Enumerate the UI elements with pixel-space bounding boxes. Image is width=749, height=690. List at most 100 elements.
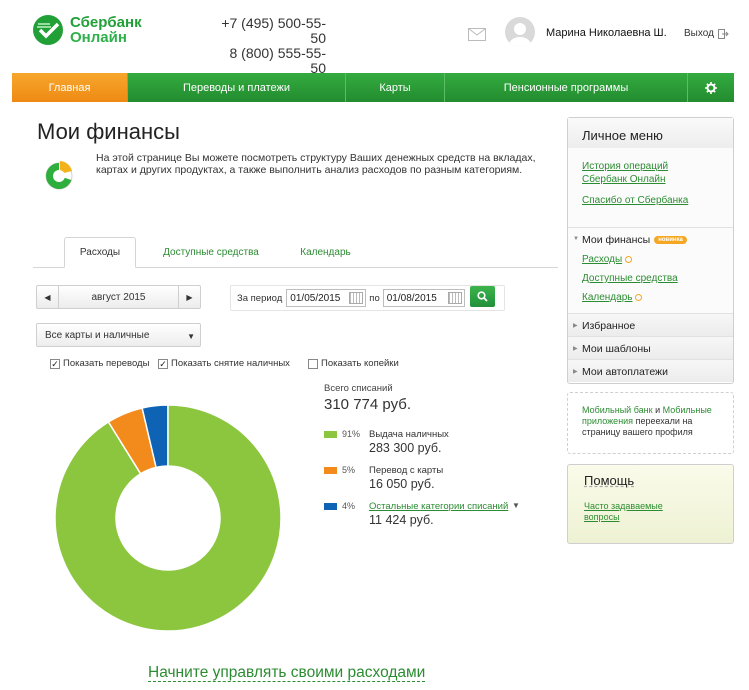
my-finances-title[interactable]: ▼ Мои финансы новинка: [573, 234, 733, 246]
legend-name: Выдача наличных: [369, 429, 449, 440]
expenses-summary: Всего списаний 310 774 руб.: [324, 383, 411, 413]
show-kopecks-checkbox[interactable]: Показать копейки: [308, 358, 399, 369]
sidebar-item-expenses[interactable]: Расходы: [582, 254, 733, 265]
calendar-label: Календарь: [582, 292, 633, 303]
help-title[interactable]: Помощь: [584, 473, 733, 488]
collapsed-arrow-icon: ▶: [573, 369, 578, 375]
finance-tabs: Расходы Доступные средства Календарь: [33, 237, 558, 268]
show-transfers-checkbox[interactable]: ✓ Показать переводы: [50, 358, 158, 369]
avatar[interactable]: [505, 17, 535, 47]
tab-available-funds[interactable]: Доступные средства: [151, 237, 271, 268]
personal-menu-title: Личное меню: [568, 118, 733, 148]
nav-item-transfers[interactable]: Переводы и платежи: [128, 73, 346, 102]
legend-percent: 5%: [342, 465, 356, 475]
month-label: август 2015: [91, 291, 146, 303]
mail-icon[interactable]: [468, 28, 486, 41]
period-label: За период: [237, 292, 283, 304]
calendar-icon[interactable]: [447, 292, 462, 304]
sberbank-logo[interactable]: Сбербанк Онлайн: [32, 14, 142, 46]
nav-item-home[interactable]: Главная: [12, 73, 128, 102]
to-label: по: [369, 292, 380, 304]
next-month-button[interactable]: ▶: [178, 286, 200, 308]
legend-amount: 283 300 руб.: [369, 441, 442, 455]
show-transfers-label: Показать переводы: [63, 358, 150, 369]
my-finances-label: Мои финансы: [582, 234, 651, 246]
manage-expenses-link[interactable]: Начните управлять своими расходами: [148, 664, 426, 682]
tab-calendar[interactable]: Календарь: [288, 237, 363, 268]
search-icon: [477, 291, 488, 302]
display-options: ✓ Показать переводы ✓ Показать снятие на…: [50, 358, 399, 369]
personal-menu-links: История операций Сбербанк Онлайн Спасибо…: [568, 148, 733, 227]
cards-select[interactable]: Все карты и наличные ▼: [36, 323, 201, 347]
legend-swatch: [324, 431, 337, 438]
tab-expenses[interactable]: Расходы: [64, 237, 136, 268]
chevron-down-icon: ▼: [187, 332, 195, 341]
expanded-arrow-icon: ▼: [573, 236, 579, 242]
checkbox-checked-icon: ✓: [158, 358, 168, 369]
prev-month-button[interactable]: ◀: [37, 286, 59, 308]
expenses-donut-chart[interactable]: [55, 405, 281, 631]
legend-item: 5% Перевод с карты 16 050 руб.: [324, 464, 534, 500]
logo-line1: Сбербанк: [70, 14, 142, 31]
sidebar-item-templates[interactable]: ▶ Мои шаблоны: [568, 336, 733, 359]
user-silhouette-icon: [509, 23, 531, 47]
nav-item-cards[interactable]: Карты: [346, 73, 445, 102]
legend-percent: 4%: [342, 501, 356, 511]
nav-settings[interactable]: [688, 73, 734, 102]
logout-link[interactable]: Выход: [684, 28, 729, 39]
phone-2: 8 (800) 555-55-50: [229, 45, 326, 76]
show-cash-withdrawal-label: Показать снятие наличных: [171, 358, 290, 369]
calendar-icon[interactable]: [349, 292, 364, 304]
my-finances-section: ▼ Мои финансы новинка Расходы Доступные …: [568, 227, 733, 313]
page-title: Мои финансы: [37, 119, 180, 144]
search-button[interactable]: [470, 286, 495, 307]
mobile-notice: Мобильный банк и Мобильные приложения пе…: [567, 392, 734, 454]
legend-item: 4% Остальные категории списаний ▼ 11 424…: [324, 500, 534, 536]
phone-1: +7 (495) 500-55-50: [221, 15, 326, 46]
chart-legend: 91% Выдача наличных 283 300 руб. 5% Пере…: [324, 428, 534, 536]
legend-item: 91% Выдача наличных 283 300 руб.: [324, 428, 534, 464]
faq-link[interactable]: Часто задаваемые вопросы: [584, 501, 684, 523]
legend-swatch: [324, 467, 337, 474]
nav-item-pension[interactable]: Пенсионные программы: [445, 73, 688, 102]
sidebar-item-autopayments[interactable]: ▶ Мои автоплатежи: [568, 359, 733, 382]
main-nav: Главная Переводы и платежи Карты Пенсион…: [12, 73, 734, 102]
logout-label: Выход: [684, 28, 714, 39]
logo-line2: Онлайн: [70, 29, 127, 46]
period-filter: За период по: [230, 285, 505, 311]
mobile-note-and: и: [655, 405, 661, 415]
total-label: Всего списаний: [324, 383, 393, 394]
sidebar-item-favorites[interactable]: ▶ Избранное: [568, 313, 733, 336]
mobile-bank-link[interactable]: Мобильный банк: [582, 405, 653, 415]
favorites-label: Избранное: [582, 320, 636, 332]
legend-amount: 11 424 руб.: [369, 513, 434, 527]
cards-select-value: Все карты и наличные: [45, 329, 150, 341]
sidebar-item-calendar[interactable]: Календарь: [582, 292, 733, 303]
month-switcher: ◀ август 2015 ▶: [36, 285, 201, 309]
history-link[interactable]: История операций Сбербанк Онлайн: [582, 160, 692, 186]
legend-amount: 16 050 руб.: [369, 477, 435, 491]
total-amount: 310 774 руб.: [324, 396, 411, 413]
legend-name: Перевод с карты: [369, 465, 444, 476]
sidebar-item-available-funds[interactable]: Доступные средства: [582, 273, 733, 284]
gear-icon: [705, 81, 717, 94]
templates-label: Мои шаблоны: [582, 343, 651, 355]
autopayments-label: Мои автоплатежи: [582, 366, 668, 378]
help-box: Помощь Часто задаваемые вопросы: [567, 464, 734, 544]
checkbox-checked-icon: ✓: [50, 358, 60, 369]
sun-icon: [635, 294, 643, 301]
page-intro: На этой странице Вы можете посмотреть ст…: [96, 152, 536, 176]
show-cash-withdrawal-checkbox[interactable]: ✓ Показать снятие наличных: [158, 358, 308, 369]
chevron-down-icon[interactable]: ▼: [512, 501, 520, 510]
spasibo-link[interactable]: Спасибо от Сбербанка: [582, 194, 733, 207]
personal-menu: Личное меню История операций Сбербанк Он…: [567, 117, 734, 384]
legend-swatch: [324, 503, 337, 510]
sun-icon: [625, 256, 633, 263]
checkbox-unchecked-icon: [308, 358, 318, 369]
show-kopecks-label: Показать копейки: [321, 358, 399, 369]
new-badge: новинка: [654, 236, 687, 244]
other-categories-link[interactable]: Остальные категории списаний: [369, 501, 508, 512]
username[interactable]: Марина Николаевна Ш.: [546, 27, 667, 39]
logout-icon: [717, 28, 729, 39]
donut-slice[interactable]: [55, 405, 281, 631]
